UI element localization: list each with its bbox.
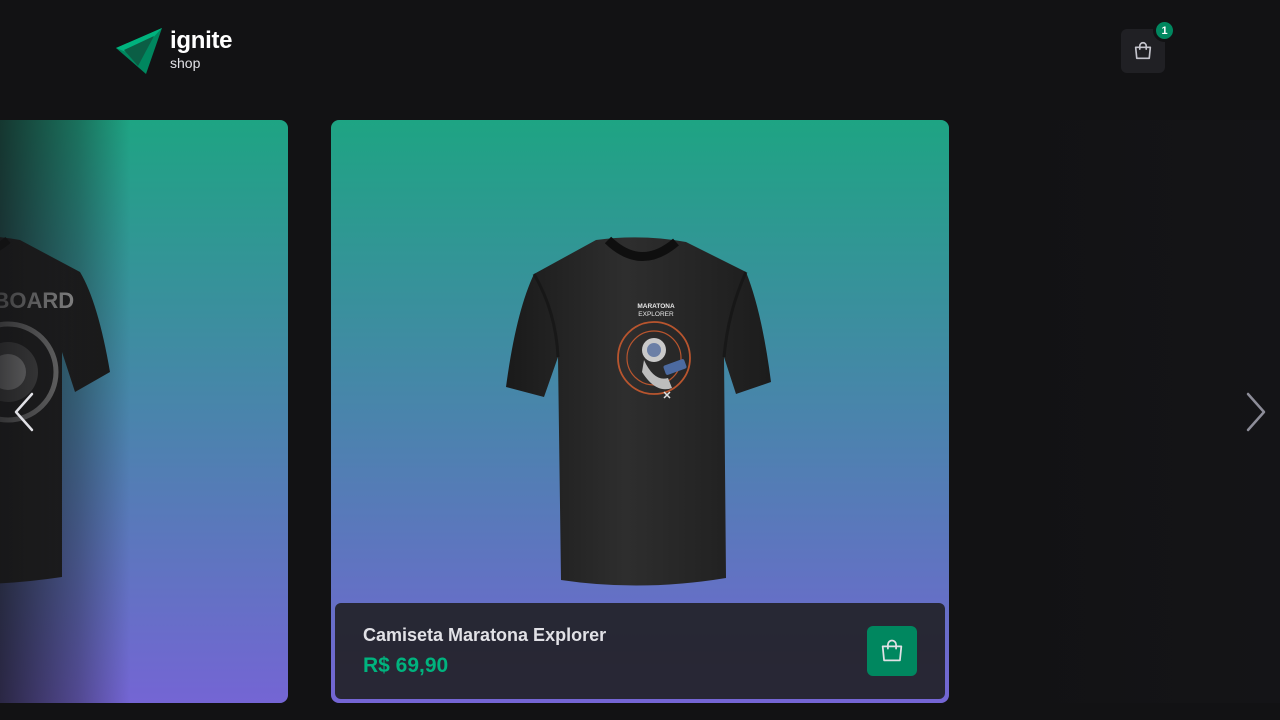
product-name: Camiseta Maratona Explorer (363, 624, 607, 645)
shopping-bag-icon (881, 639, 903, 662)
product-image: MARATONA EXPLORER (496, 232, 786, 592)
product-price: R$ 69,90 (363, 653, 449, 677)
add-to-cart-button[interactable] (867, 626, 917, 676)
header: ignite shop 1 (0, 0, 1280, 100)
cart-count-badge: 1 (1153, 19, 1176, 42)
logo[interactable]: ignite shop (114, 26, 233, 76)
shirt-print-text: ER ABOARD (0, 288, 74, 313)
logo-text: ignite shop (170, 26, 233, 71)
chevron-right-icon (1246, 392, 1266, 432)
shirt-print-title: MARATONA (637, 303, 675, 310)
page: ignite shop 1 BOARD MARATONA EXPLORER Ca… (0, 0, 1280, 720)
chevron-left-icon (14, 392, 34, 432)
carousel-prev-button[interactable] (2, 390, 46, 434)
product-info: Camiseta Maratona Explorer R$ 69,90 (363, 625, 606, 678)
product-card[interactable]: MARATONA EXPLORER Camiseta Maratona Expl… (331, 120, 949, 703)
logo-subtitle: shop (170, 55, 201, 71)
shopping-bag-icon (1134, 42, 1152, 60)
logo-title: ignite (170, 27, 233, 54)
product-footer: Camiseta Maratona Explorer R$ 69,90 (335, 603, 945, 699)
shirt-print-subtitle: EXPLORER (638, 311, 674, 318)
logo-mark-icon (116, 28, 162, 74)
carousel-next-button[interactable] (1234, 390, 1278, 434)
tshirt-image: MARATONA EXPLORER (506, 236, 771, 586)
